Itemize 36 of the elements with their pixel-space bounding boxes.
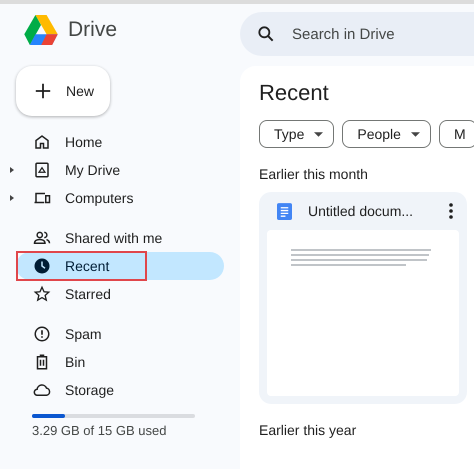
warning-icon (33, 325, 51, 343)
expand-caret-icon[interactable] (10, 167, 14, 173)
expand-caret-icon[interactable] (10, 195, 14, 201)
dropdown-caret-icon (410, 132, 420, 136)
dropdown-caret-icon (314, 132, 324, 136)
nav-item[interactable]: Shared with me (16, 224, 224, 252)
people-icon (33, 229, 51, 247)
filter-chip[interactable]: Type (259, 120, 334, 148)
filter-chip[interactable]: M (438, 120, 474, 148)
home-icon (33, 133, 51, 151)
file-name: Untitled docum... (308, 203, 414, 219)
section-heading: Earlier this month (259, 166, 369, 182)
clock-icon (33, 257, 51, 275)
filter-chip[interactable]: People (342, 120, 431, 148)
app-name: Drive (68, 18, 118, 42)
drive-logo-icon (24, 15, 58, 45)
page-title: Recent (259, 80, 330, 106)
search-icon (256, 24, 276, 44)
new-button[interactable]: New (16, 66, 110, 116)
search-field[interactable]: Search in Drive (240, 12, 474, 56)
more-options-icon[interactable] (449, 203, 453, 219)
document-icon (277, 202, 292, 220)
nav-item[interactable]: Bin (16, 348, 224, 376)
nav-item[interactable]: Computers (16, 184, 224, 212)
nav-item[interactable]: Storage (16, 376, 224, 404)
section-heading: Earlier this year (259, 422, 358, 438)
star-icon (33, 285, 51, 303)
storage-usage: 3.29 GB of 15 GB used (32, 423, 168, 438)
plus-icon (34, 82, 52, 100)
nav-item[interactable]: Recent (16, 252, 224, 280)
nav-item[interactable]: Spam (16, 320, 224, 348)
nav-item[interactable]: Starred (16, 280, 224, 308)
nav-item[interactable]: My Drive (16, 156, 224, 184)
drive-icon (33, 161, 51, 179)
file-card[interactable]: Untitled docum... (259, 192, 467, 404)
nav-item[interactable]: Home (16, 128, 224, 156)
